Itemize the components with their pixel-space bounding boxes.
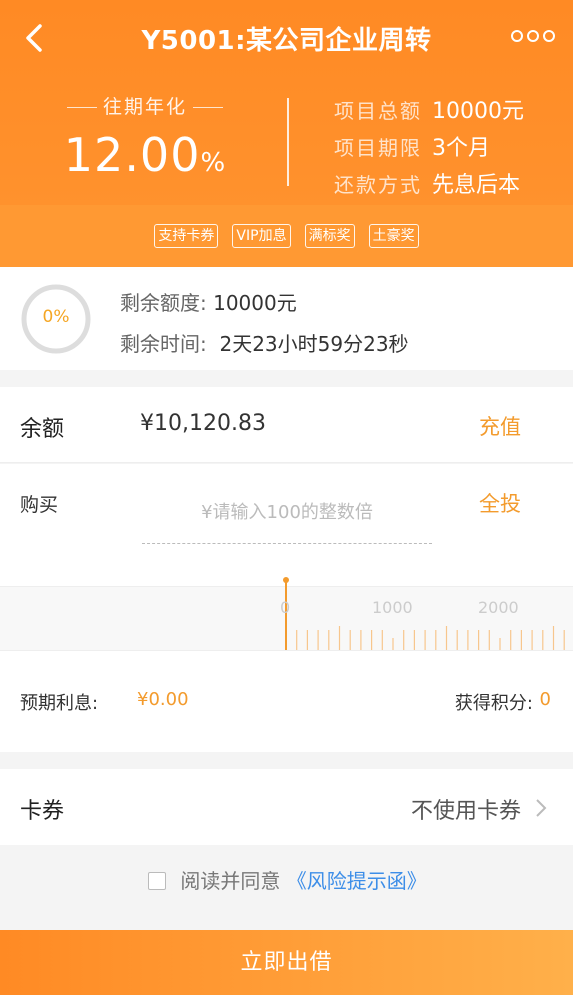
amount-input[interactable] <box>142 482 432 544</box>
more-dots-icon <box>511 30 555 42</box>
rate-value: 12.00% <box>63 128 227 182</box>
coupon-value: 不使用卡券 <box>410 799 521 824</box>
rate-label: 往期年化 <box>40 92 250 119</box>
progress-section: 0% 剩余额度: 10000元 剩余时间: 2天23小时59分23秒 <box>0 267 573 370</box>
remaining-amount: 剩余额度: 10000元 <box>120 291 297 315</box>
ruler-label-1000: 1000 <box>372 598 413 617</box>
lend-now-button[interactable]: 立即出借 <box>0 930 573 995</box>
back-button[interactable] <box>14 18 54 58</box>
feature-tags: 支持卡券 VIP加息 满标奖 土豪奖 <box>0 224 573 248</box>
ruler-label-2000: 2000 <box>478 598 519 617</box>
expected-interest-label: 预期利息: <box>20 693 99 714</box>
agree-checkbox[interactable] <box>148 872 166 890</box>
invest-all-button[interactable]: 全投 <box>479 488 521 518</box>
risk-notice-link[interactable]: 《风险提示函》 <box>287 869 427 893</box>
progress-percent: 0% <box>42 307 70 327</box>
agreement-row: 阅读并同意 《风险提示函》 <box>148 865 427 895</box>
page-title: Y5001:某公司企业周转 <box>141 26 432 56</box>
tag-tycoon-award: 土豪奖 <box>368 224 419 248</box>
info-repayment: 还款方式 先息后本 <box>334 173 521 198</box>
recharge-button[interactable]: 充值 <box>479 411 521 441</box>
info-total-amount: 项目总额 10000元 <box>334 99 524 124</box>
buy-section: 购买 全投 0 1000 2000 <box>0 464 573 650</box>
balance-value: ¥10,120.83 <box>140 411 266 436</box>
remaining-time: 剩余时间: 2天23小时59分23秒 <box>120 332 409 356</box>
coupon-label: 卡券 <box>20 799 65 824</box>
tag-coupon-support: 支持卡券 <box>154 224 219 248</box>
tag-vip-bonus: VIP加息 <box>232 224 291 248</box>
balance-row: 余额 ¥10,120.83 充值 <box>0 387 573 463</box>
points-label: 获得积分: <box>454 693 533 714</box>
divider <box>287 98 289 186</box>
tag-full-award: 满标奖 <box>304 224 355 248</box>
info-term: 项目期限 3个月 <box>334 136 490 161</box>
expected-interest-value: ¥0.00 <box>137 689 189 710</box>
chevron-right-icon <box>536 799 547 817</box>
nav-bar: Y5001:某公司企业周转 <box>0 0 573 76</box>
points-value: 0 <box>539 689 551 710</box>
annual-rate: 往期年化 12.00% <box>40 92 250 189</box>
interest-row: 预期利息: ¥0.00 获得积分: 0 <box>0 650 573 752</box>
buy-label: 购买 <box>20 494 59 516</box>
slider-handle[interactable] <box>283 577 289 583</box>
balance-label: 余额 <box>20 417 65 442</box>
more-button[interactable] <box>511 24 555 48</box>
agreement-text: 阅读并同意 <box>180 869 281 893</box>
chevron-left-icon <box>26 24 42 52</box>
ruler-label-0: 0 <box>280 598 291 617</box>
coupon-row[interactable]: 卡券 不使用卡券 <box>0 769 573 845</box>
